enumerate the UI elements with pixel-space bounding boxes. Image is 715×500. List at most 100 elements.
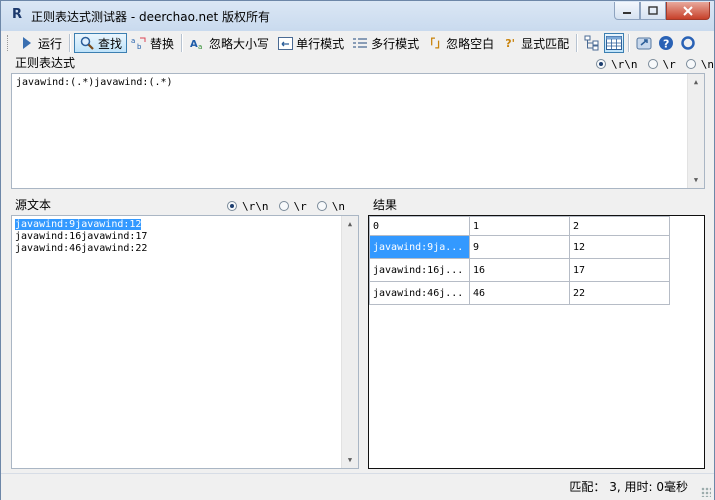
toolbar-separator	[181, 34, 184, 52]
explicit-capture-label: 显式匹配	[521, 36, 570, 51]
radio-empty-icon	[316, 201, 327, 211]
toolbar-grip[interactable]	[7, 35, 11, 51]
radio-label: \r\n	[242, 199, 269, 213]
source-line: javawind:9javawind:12	[15, 219, 355, 231]
scroll-down-icon[interactable]: ▼	[342, 452, 358, 468]
single-line-label: 单行模式	[296, 36, 345, 51]
table-cell[interactable]: 9	[469, 235, 570, 259]
svg-text:b: b	[137, 43, 142, 50]
minimize-button[interactable]	[614, 2, 640, 20]
regex-option-lf[interactable]: \n	[685, 58, 714, 71]
help-button[interactable]: ?	[656, 33, 676, 53]
scroll-up-icon[interactable]: ▲	[342, 216, 358, 232]
regex-scrollbar[interactable]: ▲ ▼	[687, 74, 704, 188]
source-scrollbar[interactable]: ▲ ▼	[341, 216, 358, 468]
multi-line-icon	[352, 35, 368, 51]
toolbar-separator	[69, 34, 72, 52]
case-icon: Aa	[190, 35, 206, 51]
help-icon: ?	[659, 36, 674, 51]
replace-icon: ab	[131, 35, 147, 51]
tree-view-button[interactable]	[582, 33, 602, 53]
source-lines: javawind:9javawind:12 javawind:16javawin…	[12, 216, 358, 258]
table-cell[interactable]: 46	[469, 281, 570, 305]
table-cell[interactable]: 12	[569, 235, 670, 259]
scroll-up-icon[interactable]: ▲	[688, 74, 704, 90]
table-view-icon	[606, 36, 623, 50]
column-header[interactable]: 2	[569, 216, 670, 236]
source-option-lf[interactable]: \n	[316, 199, 345, 213]
maximize-icon	[648, 6, 658, 15]
close-icon	[683, 5, 693, 16]
table-view-button[interactable]	[604, 33, 625, 53]
source-label: 源文本	[15, 198, 52, 212]
brackets-icon: 「」	[424, 37, 447, 50]
ignore-whitespace-button[interactable]: 「」 忽略空白	[423, 33, 498, 53]
table-row[interactable]: javawind:9ja... 9 12	[369, 235, 670, 259]
window-title: 正则表达式测试器 - deerchao.net 版权所有	[31, 10, 271, 24]
result-label: 结果	[373, 198, 398, 212]
table-cell[interactable]: 16	[469, 258, 570, 282]
regex-input[interactable]: javawind:(.*)javawind:(.*) ▲ ▼	[11, 73, 705, 189]
regex-label: 正则表达式	[15, 56, 76, 70]
column-header[interactable]: 0	[369, 216, 470, 236]
radio-label: \r	[293, 199, 307, 213]
toolbar-separator	[628, 34, 631, 52]
source-newline-options: \r\n \r \n	[217, 198, 345, 214]
export-icon	[636, 37, 652, 50]
replace-label: 替换	[150, 36, 175, 51]
radio-empty-icon	[647, 59, 658, 69]
result-table: 0 1 2 javawind:9ja... 9 12 javawind:16j.…	[369, 216, 670, 305]
vertical-splitter[interactable]	[359, 197, 365, 469]
ignore-case-button[interactable]: Aa 忽略大小写	[186, 33, 273, 53]
radio-empty-icon	[278, 201, 289, 211]
about-button[interactable]	[678, 33, 698, 53]
radio-label: \n	[331, 199, 345, 213]
svg-text:a: a	[198, 43, 202, 50]
table-row[interactable]: javawind:16j... 16 17	[369, 258, 670, 282]
source-line: javawind:46javawind:22	[15, 243, 148, 254]
horizontal-splitter[interactable]	[1, 190, 714, 194]
close-button[interactable]	[666, 2, 710, 20]
question-quote-icon: ?'	[505, 36, 515, 50]
result-header-row: 0 1 2	[369, 216, 670, 236]
play-icon	[19, 35, 35, 51]
toolbar-separator	[576, 34, 579, 52]
export-button[interactable]	[634, 33, 654, 53]
title-bar[interactable]: R 正则表达式测试器 - deerchao.net 版权所有	[1, 1, 714, 31]
single-line-icon	[277, 35, 293, 51]
multi-line-button[interactable]: 多行模式	[348, 33, 423, 53]
find-button[interactable]: 查找	[74, 33, 128, 53]
status-bar: 匹配： 3, 用时: 0毫秒	[1, 473, 714, 500]
replace-button[interactable]: ab 替换	[127, 33, 178, 53]
explicit-capture-button[interactable]: ?' 显式匹配	[498, 33, 573, 53]
table-cell[interactable]: javawind:16j...	[369, 258, 470, 282]
radio-selected-icon	[596, 59, 606, 69]
resize-grip-icon[interactable]	[701, 487, 711, 497]
maximize-button[interactable]	[640, 2, 666, 20]
table-cell[interactable]: javawind:9ja...	[369, 235, 470, 259]
source-textarea[interactable]: javawind:9javawind:12 javawind:16javawin…	[11, 215, 359, 469]
regex-option-crlf[interactable]: \r\n	[596, 58, 638, 71]
app-window: R 正则表达式测试器 - deerchao.net 版权所有 运行 查找 ab	[0, 0, 715, 500]
table-cell[interactable]: 22	[569, 281, 670, 305]
radio-label: \r	[662, 57, 676, 71]
run-label: 运行	[38, 36, 63, 51]
source-option-crlf[interactable]: \r\n	[227, 200, 269, 213]
magnifier-icon	[79, 35, 95, 51]
regex-newline-options: \r\n \r \n	[586, 56, 714, 72]
column-header[interactable]: 1	[469, 216, 570, 236]
toolbar: 运行 查找 ab 替换 Aa 忽略大小写 单行模式 多行模式 「」 忽略空白 ?…	[5, 32, 710, 54]
svg-text:a: a	[131, 37, 135, 45]
source-option-cr[interactable]: \r	[278, 199, 307, 213]
result-grid-container: 0 1 2 javawind:9ja... 9 12 javawind:16j.…	[368, 215, 705, 469]
regex-input-text: javawind:(.*)javawind:(.*)	[16, 77, 173, 88]
table-row[interactable]: javawind:46j... 46 22	[369, 281, 670, 305]
table-cell[interactable]: 17	[569, 258, 670, 282]
regex-option-cr[interactable]: \r	[647, 57, 676, 71]
single-line-button[interactable]: 单行模式	[273, 33, 348, 53]
source-line-highlight: javawind:9javawind:12	[15, 219, 142, 230]
table-cell[interactable]: javawind:46j...	[369, 281, 470, 305]
tree-view-icon	[584, 35, 599, 51]
run-button[interactable]: 运行	[15, 33, 66, 53]
scroll-down-icon[interactable]: ▼	[688, 172, 704, 188]
